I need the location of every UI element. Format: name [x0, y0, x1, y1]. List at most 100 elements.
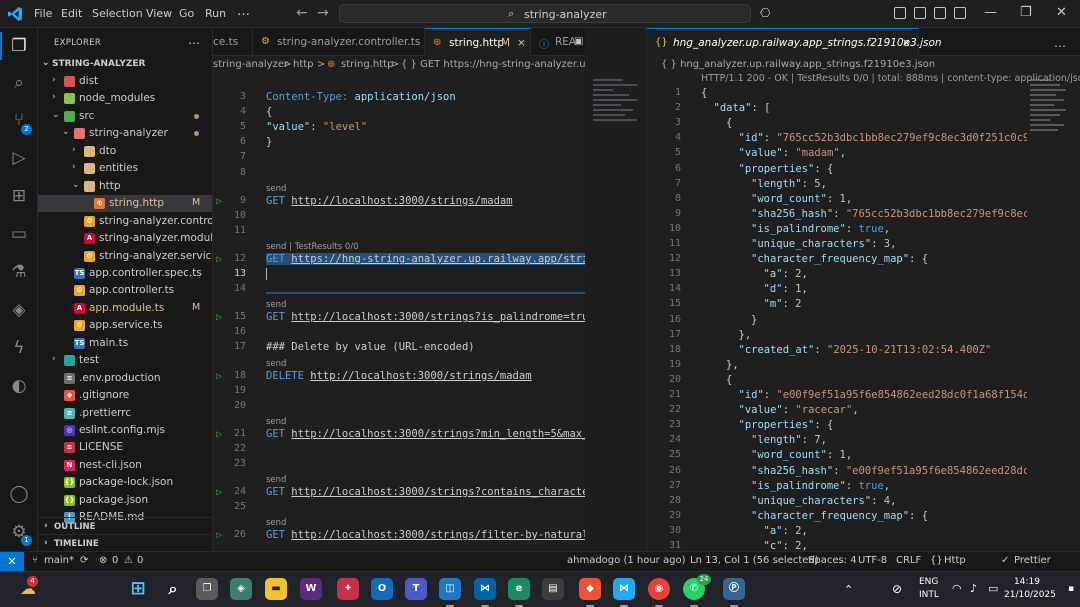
start-icon[interactable]: ⊞: [127, 578, 149, 600]
minimize-icon[interactable]: —: [984, 5, 997, 20]
run-request-icon[interactable]: ▷: [216, 312, 222, 323]
run-request-icon[interactable]: ▷: [216, 429, 222, 440]
encoding[interactable]: UTF-8: [858, 555, 887, 566]
wifi-icon[interactable]: ◠: [952, 582, 962, 595]
volume-icon[interactable]: ♪: [970, 582, 977, 595]
close-icon[interactable]: ✕: [1056, 5, 1067, 20]
minimap-right[interactable]: [1030, 76, 1070, 176]
breadcrumb-symbol[interactable]: { } GET https://hng-string-analyzer.up.r…: [401, 59, 585, 70]
widgets-icon[interactable]: ◈: [230, 578, 252, 600]
menu-edit[interactable]: Edit: [61, 7, 82, 20]
tree-file[interactable]: ⚙ app.controller.ts: [38, 282, 212, 299]
explorer-icon[interactable]: ❐: [9, 36, 29, 56]
lang-top[interactable]: ENG: [919, 577, 938, 587]
tab-readme[interactable]: ⓘ REA ▣: [531, 28, 585, 56]
tree-folder[interactable]: ⌄ string-analyzer: [38, 125, 212, 142]
more-menu-icon[interactable]: …: [237, 4, 250, 19]
gitlens-icon[interactable]: ◐: [9, 376, 29, 396]
menu-view[interactable]: View: [146, 7, 172, 20]
tree-file[interactable]: {} package-lock.json: [38, 474, 212, 491]
notification-icon[interactable]: ▪: [1068, 584, 1074, 594]
postgres-icon[interactable]: Ⓟ: [723, 578, 745, 607]
lang-bottom[interactable]: INTL: [919, 590, 939, 600]
layout-panel-icon[interactable]: [914, 7, 926, 19]
run-request-icon[interactable]: ▷: [216, 487, 222, 498]
chrome-icon[interactable]: ◉: [648, 578, 670, 607]
line-ending[interactable]: CRLF: [896, 555, 921, 566]
run-request-icon[interactable]: ▷: [216, 530, 222, 541]
back-arrow-icon[interactable]: ←: [296, 5, 308, 21]
warning-count[interactable]: 0: [137, 555, 143, 566]
tree-folder[interactable]: › dto: [38, 143, 212, 160]
teams-icon[interactable]: T: [405, 578, 427, 600]
error-count[interactable]: 0: [112, 555, 118, 566]
tree-folder[interactable]: › test: [38, 352, 212, 369]
extensions-icon[interactable]: ⊞: [9, 186, 29, 206]
indentation[interactable]: Spaces: 4: [808, 555, 857, 566]
customize-layout-icon[interactable]: [954, 7, 966, 19]
tree-folder[interactable]: › entities: [38, 160, 212, 177]
tab-service-ts[interactable]: ce.ts: [213, 28, 253, 56]
language-mode[interactable]: Http: [944, 555, 966, 566]
tree-file[interactable]: Astring-analyzer.module.ts: [38, 230, 212, 247]
app-w-icon[interactable]: W: [300, 578, 322, 600]
code-lens-send[interactable]: send: [266, 184, 286, 194]
outlook-icon[interactable]: O: [371, 578, 393, 600]
close-tab-icon[interactable]: ×: [902, 37, 911, 49]
tree-file[interactable]: ⚙ string-analyzer.controlle...: [38, 213, 212, 230]
tab-controller-ts[interactable]: ⚙ string-analyzer.controller.ts: [253, 28, 425, 56]
more-actions-icon[interactable]: …: [1054, 36, 1066, 50]
project-root[interactable]: ⌄ STRING-ANALYZER: [38, 56, 212, 73]
close-tab-icon[interactable]: ×: [517, 37, 526, 49]
tree-file[interactable]: Nnest-cli.json: [38, 457, 212, 474]
tree-file[interactable]: ⚙ string-analyzer.service.ts: [38, 248, 212, 265]
tree-file[interactable]: {} package.json: [38, 492, 212, 509]
run-debug-icon[interactable]: ▷: [9, 148, 29, 168]
branch-name[interactable]: main*: [44, 555, 74, 566]
code-lens-send[interactable]: send: [266, 300, 286, 310]
testing-icon[interactable]: ⚗: [9, 262, 29, 282]
thunder-client-icon[interactable]: ϟ: [9, 338, 29, 358]
code-lens-send[interactable]: send: [266, 359, 286, 369]
tree-file[interactable]: TS main.ts: [38, 335, 212, 352]
split-editor-icon[interactable]: ▣: [574, 36, 583, 47]
restore-icon[interactable]: ❐: [1020, 5, 1032, 20]
code-lens-send[interactable]: send | TestResults 0/0: [266, 242, 359, 252]
tree-folder[interactable]: › dist: [38, 73, 212, 90]
tree-file[interactable]: ≡ .prettierrc: [38, 405, 212, 422]
tray-icon[interactable]: ⊘: [892, 582, 902, 596]
tray-chevron-icon[interactable]: ⌃: [844, 583, 853, 596]
vscode-insiders-icon[interactable]: ⋈: [613, 578, 635, 607]
tree-file[interactable]: ◎ eslint.config.mjs: [38, 422, 212, 439]
remote-explorer-icon[interactable]: ▭: [9, 224, 29, 244]
menu-selection[interactable]: Selection: [92, 7, 143, 20]
git-icon[interactable]: ◆: [579, 578, 601, 607]
clock-date[interactable]: 21/10/2025: [1004, 590, 1056, 600]
tree-folder[interactable]: ⌄ src: [38, 108, 212, 125]
tree-folder[interactable]: › node_modules: [38, 90, 212, 107]
docker-icon[interactable]: ◈: [9, 300, 29, 320]
forward-arrow-icon[interactable]: →: [317, 5, 329, 21]
layout-sidebar-right-icon[interactable]: [934, 7, 946, 19]
tab-response-json[interactable]: {} hng_analyzer.up.railway.app_strings.f…: [647, 28, 942, 56]
tab-string-http[interactable]: ⊕ string.http M ×: [425, 28, 531, 56]
docker-icon[interactable]: ◫: [439, 578, 461, 607]
terminal-icon[interactable]: ▤: [542, 578, 564, 600]
code-lens-send[interactable]: send: [266, 417, 286, 427]
tree-file[interactable]: TS app.controller.spec.ts: [38, 265, 212, 282]
layout-sidebar-left-icon[interactable]: [894, 7, 906, 19]
copilot-icon[interactable]: ⎔: [760, 6, 770, 20]
menu-run[interactable]: Run: [205, 7, 226, 20]
run-request-icon[interactable]: ▷: [216, 196, 222, 207]
code-lens-send[interactable]: send: [266, 475, 286, 485]
tree-file[interactable]: ⊕ string.http M: [38, 195, 212, 213]
sync-icon[interactable]: ⟳: [80, 555, 88, 566]
minimap-left[interactable]: [593, 76, 643, 156]
run-request-icon[interactable]: ▷: [216, 371, 222, 382]
breadcrumb-folder[interactable]: string-analyzer: [213, 59, 288, 70]
search-icon[interactable]: ⌕: [9, 73, 29, 93]
explorer-more-icon[interactable]: …: [188, 33, 200, 47]
tree-file[interactable]: ≡ LICENSE: [38, 439, 212, 456]
git-blame[interactable]: ahmadogo (1 hour ago): [567, 555, 685, 566]
vscode-icon[interactable]: ⋈: [474, 578, 496, 607]
